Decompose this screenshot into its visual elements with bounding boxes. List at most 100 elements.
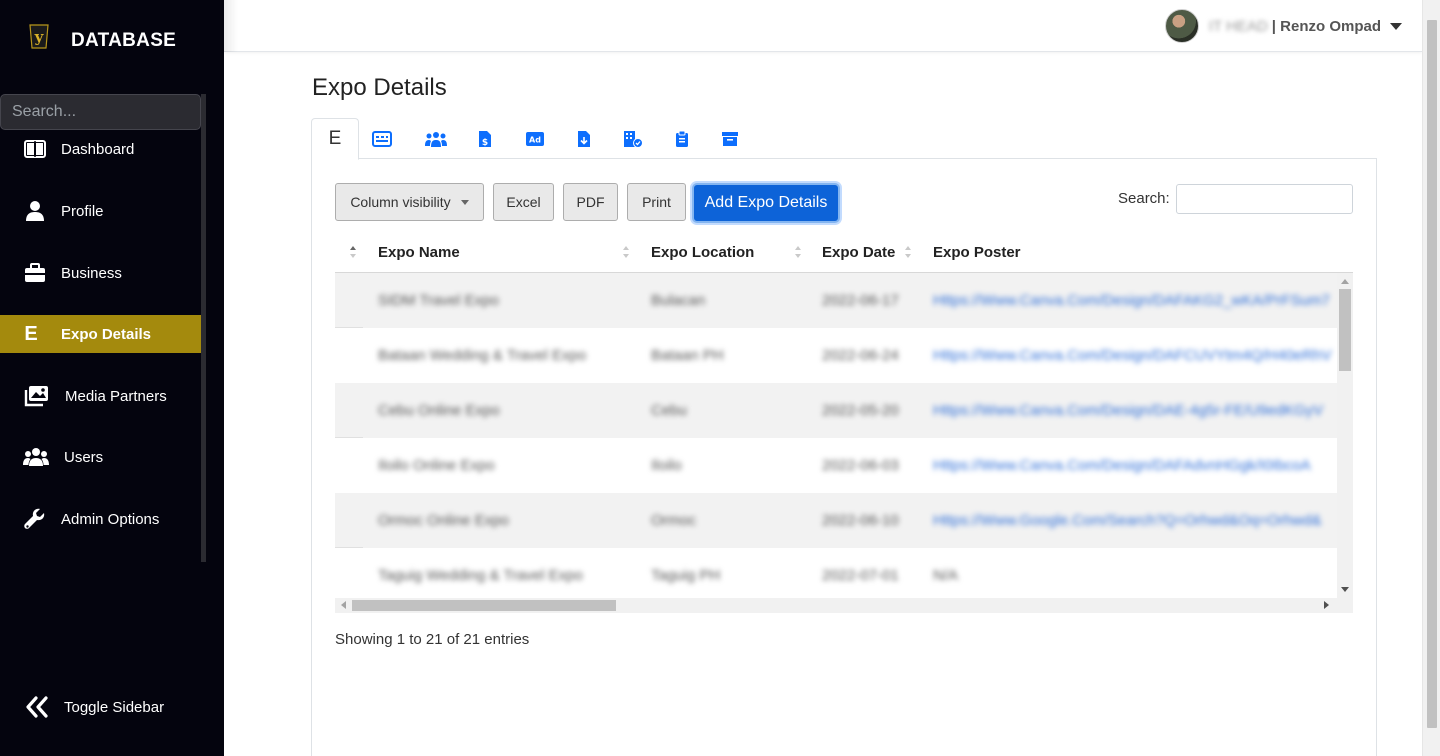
wrench-icon — [22, 507, 48, 531]
table-header: Expo Name Expo Location Expo Date Expo P… — [335, 235, 1353, 273]
cell-expo-name: Ormoc Online Expo — [378, 512, 509, 529]
tab-bar: E $ Ad — [311, 118, 1377, 160]
scroll-left-arrow-icon[interactable] — [341, 601, 346, 609]
add-expo-details-label: Add Expo Details — [704, 194, 828, 211]
sidebar-item-label: Users — [64, 448, 104, 466]
briefcase-icon — [22, 261, 48, 285]
cell-expo-poster-link[interactable]: Https://Www.Canva.Com/Design/DAFAKG2_wKA… — [933, 292, 1337, 309]
table-search-label: Search: — [1118, 190, 1170, 207]
photos-icon — [23, 384, 49, 408]
table-vertical-scrollbar[interactable] — [1337, 273, 1353, 598]
brand[interactable]: y DATABASE — [0, 0, 224, 80]
scroll-right-arrow-icon[interactable] — [1324, 601, 1329, 609]
sidebar-search-input[interactable] — [0, 94, 201, 130]
tab-archive[interactable] — [706, 118, 754, 159]
cell-expo-date: 2022-07-01 — [822, 567, 899, 584]
letter-e-icon: E — [24, 322, 38, 345]
cell-expo-poster-link[interactable]: Https://Www.Canva.Com/Design/DAE-4g5r-FE… — [933, 402, 1337, 419]
tab-clipboard[interactable] — [658, 118, 706, 159]
cell-expo-poster-link[interactable]: Https://Www.Canva.Com/Design/DAFCUVYtm4Q… — [933, 347, 1337, 364]
print-button[interactable]: Print — [627, 183, 686, 221]
ad-icon: Ad — [526, 131, 544, 146]
sidebar-shadow — [224, 0, 238, 52]
cell-expo-location: Bulacan — [651, 292, 706, 309]
table-body: SIDM Travel Expo Bulacan 2022-06-17 Http… — [335, 273, 1353, 598]
page-title: Expo Details — [312, 74, 447, 101]
page-scrollbar-thumb[interactable] — [1427, 20, 1437, 728]
table-row[interactable]: Ormoc Online Expo Ormoc 2022-06-10 Https… — [335, 493, 1337, 548]
svg-text:$: $ — [482, 138, 488, 148]
clipboard-icon — [676, 130, 688, 147]
sort-icon[interactable] — [623, 246, 629, 260]
column-visibility-label: Column visibility — [350, 194, 451, 210]
cell-expo-date: 2022-06-03 — [822, 457, 899, 474]
sort-icon[interactable] — [905, 246, 911, 260]
cell-expo-name: Taguig Wedding & Travel Expo — [378, 567, 583, 584]
sidebar-item-dashboard[interactable]: Dashboard — [0, 130, 201, 168]
brand-name: DATABASE — [71, 30, 177, 51]
column-header-expo-location[interactable]: Expo Location — [651, 244, 754, 261]
column-header-expo-poster[interactable]: Expo Poster — [933, 244, 1021, 261]
sidebar-item-admin-options[interactable]: Admin Options — [0, 500, 201, 538]
pdf-button[interactable]: PDF — [563, 183, 618, 221]
column-header-expo-date[interactable]: Expo Date — [822, 244, 895, 261]
sidebar-item-business[interactable]: Business — [0, 254, 201, 292]
archive-icon — [722, 131, 738, 146]
sidebar-item-label: Business — [61, 264, 122, 282]
money-file-icon: $ — [479, 130, 491, 148]
cell-expo-date: 2022-06-17 — [822, 292, 899, 309]
user-role: IT HEAD — [1208, 17, 1268, 35]
caret-down-icon[interactable] — [1390, 22, 1402, 30]
cell-expo-poster-link[interactable]: Https://Www.Canva.Com/Design/DAFAdvnHGgk… — [933, 457, 1337, 474]
sidebar-item-users[interactable]: Users — [0, 438, 201, 476]
cell-expo-location: Iloilo — [651, 457, 682, 474]
cell-expo-date: 2022-06-24 — [822, 347, 899, 364]
cell-expo-location: Bataan PH — [651, 347, 724, 364]
tab-download[interactable] — [560, 118, 608, 159]
tab-finance[interactable]: $ — [461, 118, 509, 159]
table-row[interactable]: Iloilo Online Expo Iloilo 2022-06-03 Htt… — [335, 438, 1337, 493]
table-vertical-scrollbar-thumb[interactable] — [1339, 289, 1351, 371]
excel-button[interactable]: Excel — [493, 183, 554, 221]
sidebar-item-media-partners[interactable]: Media Partners — [0, 377, 201, 415]
tab-id-card[interactable] — [358, 118, 406, 159]
table-row[interactable]: Cebu Online Expo Cebu 2022-05-20 Https:/… — [335, 383, 1337, 438]
tab-building[interactable] — [609, 118, 657, 159]
avatar[interactable] — [1164, 9, 1199, 43]
sort-icon[interactable] — [795, 246, 801, 260]
tab-ads[interactable]: Ad — [511, 118, 559, 159]
cell-expo-poster-link[interactable]: Https://Www.Google.Com/Search?Q=Orhwd&Oq… — [933, 512, 1337, 529]
table-row[interactable]: Taguig Wedding & Travel Expo Taguig PH 2… — [335, 548, 1337, 598]
scroll-up-arrow-icon[interactable] — [1341, 279, 1349, 284]
sidebar-item-label: Profile — [61, 202, 104, 220]
user-name: | Renzo Ompad — [1271, 17, 1381, 35]
tab-label: E — [328, 128, 342, 149]
people-icon — [425, 131, 447, 147]
user-icon — [22, 199, 48, 223]
column-visibility-button[interactable]: Column visibility — [335, 183, 484, 221]
users-icon — [23, 445, 49, 469]
brand-logo-icon: y — [29, 24, 49, 49]
toggle-sidebar-label: Toggle Sidebar — [64, 698, 165, 716]
table-search-input[interactable] — [1176, 184, 1353, 214]
sidebar-scrollbar[interactable] — [201, 94, 206, 562]
tab-expo-details[interactable]: E — [311, 118, 359, 160]
column-header-expo-name[interactable]: Expo Name — [378, 244, 460, 261]
tab-people[interactable] — [412, 118, 460, 159]
page-scrollbar[interactable] — [1422, 0, 1440, 756]
sidebar-item-expo-details[interactable]: E Expo Details — [0, 315, 201, 353]
table-row[interactable]: SIDM Travel Expo Bulacan 2022-06-17 Http… — [335, 273, 1337, 328]
sidebar-item-profile[interactable]: Profile — [0, 192, 201, 230]
toggle-sidebar-button[interactable]: Toggle Sidebar — [0, 688, 224, 726]
cell-expo-name: SIDM Travel Expo — [378, 292, 499, 309]
sort-icon[interactable] — [350, 246, 356, 260]
table-horizontal-scrollbar[interactable] — [335, 598, 1353, 613]
add-expo-details-button[interactable]: Add Expo Details — [692, 183, 840, 223]
user-menu[interactable]: IT HEAD | Renzo Ompad — [1164, 8, 1402, 44]
cell-expo-name: Iloilo Online Expo — [378, 457, 495, 474]
table-horizontal-scrollbar-thumb[interactable] — [352, 600, 616, 611]
table-info: Showing 1 to 21 of 21 entries — [335, 631, 530, 648]
table-row[interactable]: Bataan Wedding & Travel Expo Bataan PH 2… — [335, 328, 1337, 383]
scroll-down-arrow-icon[interactable] — [1341, 587, 1349, 592]
sidebar-item-label: Dashboard — [61, 140, 135, 158]
